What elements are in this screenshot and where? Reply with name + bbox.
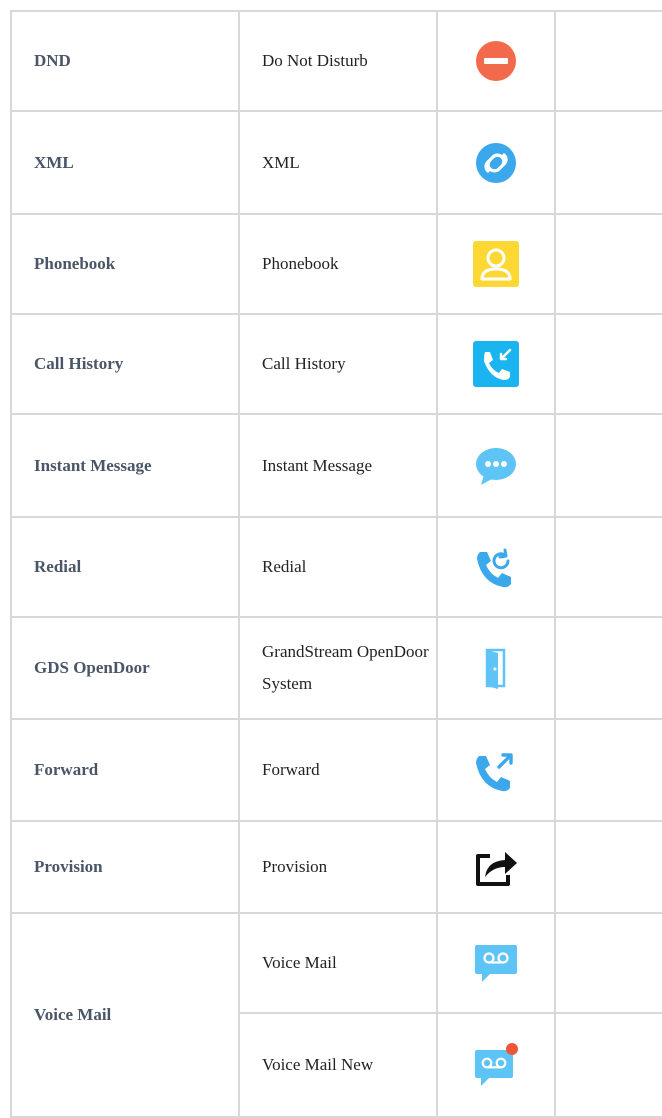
table-row: Voice Mail Voice Mail	[10, 912, 662, 1118]
key-description-cell: Voice Mail	[238, 912, 438, 1014]
key-icon-cell	[436, 213, 556, 315]
table-row: Instant Message Instant Message	[10, 413, 662, 518]
key-name-cell: DND	[10, 10, 240, 112]
table-row: XML XML	[10, 110, 662, 215]
key-icon-cell	[436, 110, 556, 215]
voicemail-icon	[471, 938, 521, 988]
key-name-cell: Provision	[10, 820, 240, 914]
empty-cell	[554, 313, 662, 415]
empty-cell	[554, 516, 662, 618]
key-description-cell: GrandStream OpenDoor System	[238, 616, 438, 720]
redial-icon	[471, 542, 521, 592]
key-description-cell: Redial	[238, 516, 438, 618]
key-name-cell: Instant Message	[10, 413, 240, 518]
empty-cell	[554, 820, 662, 914]
key-name-cell: XML	[10, 110, 240, 215]
empty-cell	[554, 213, 662, 315]
empty-cell	[554, 10, 662, 112]
call-history-icon	[471, 339, 521, 389]
table-row: Redial Redial	[10, 516, 662, 618]
key-icon-cell	[436, 313, 556, 415]
table-row: DND Do Not Disturb	[10, 10, 662, 112]
key-icon-cell	[436, 10, 556, 112]
key-description-cell: Instant Message	[238, 413, 438, 518]
empty-cell	[554, 912, 662, 1014]
key-name-cell: Voice Mail	[10, 912, 240, 1118]
call-forward-icon	[471, 745, 521, 795]
function-keys-table: DND Do Not Disturb XML XML Phonebook Pho…	[10, 10, 662, 1118]
key-description-cell: Forward	[238, 718, 438, 822]
key-description-cell: Phonebook	[238, 213, 438, 315]
empty-cell	[554, 413, 662, 518]
table-row: Forward Forward	[10, 718, 662, 822]
key-icon-cell	[436, 1012, 556, 1118]
empty-cell	[554, 1012, 662, 1118]
phonebook-contact-icon	[471, 239, 521, 289]
key-icon-cell	[436, 516, 556, 618]
key-description-cell: Do Not Disturb	[238, 10, 438, 112]
table-row: Phonebook Phonebook	[10, 213, 662, 315]
key-name-cell: GDS OpenDoor	[10, 616, 240, 720]
share-arrow-icon	[471, 842, 521, 892]
chat-bubble-icon	[471, 441, 521, 491]
key-description-cell: XML	[238, 110, 438, 215]
key-icon-cell	[436, 413, 556, 518]
key-icon-cell	[436, 718, 556, 822]
key-icon-cell	[436, 912, 556, 1014]
key-icon-cell	[436, 820, 556, 914]
key-name-cell: Call History	[10, 313, 240, 415]
xml-link-icon	[471, 138, 521, 188]
empty-cell	[554, 616, 662, 720]
key-description-cell: Provision	[238, 820, 438, 914]
door-icon	[471, 643, 521, 693]
table-row: Call History Call History	[10, 313, 662, 415]
table-row: GDS OpenDoor GrandStream OpenDoor System	[10, 616, 662, 720]
key-description-cell: Call History	[238, 313, 438, 415]
key-icon-cell	[436, 616, 556, 720]
empty-cell	[554, 718, 662, 822]
table-row: Provision Provision	[10, 820, 662, 914]
key-name-cell: Forward	[10, 718, 240, 822]
empty-cell	[554, 110, 662, 215]
voicemail-new-icon	[471, 1040, 521, 1090]
key-description-cell: Voice Mail New	[238, 1012, 438, 1118]
key-name-cell: Phonebook	[10, 213, 240, 315]
key-name-cell: Redial	[10, 516, 240, 618]
do-not-disturb-icon	[471, 36, 521, 86]
